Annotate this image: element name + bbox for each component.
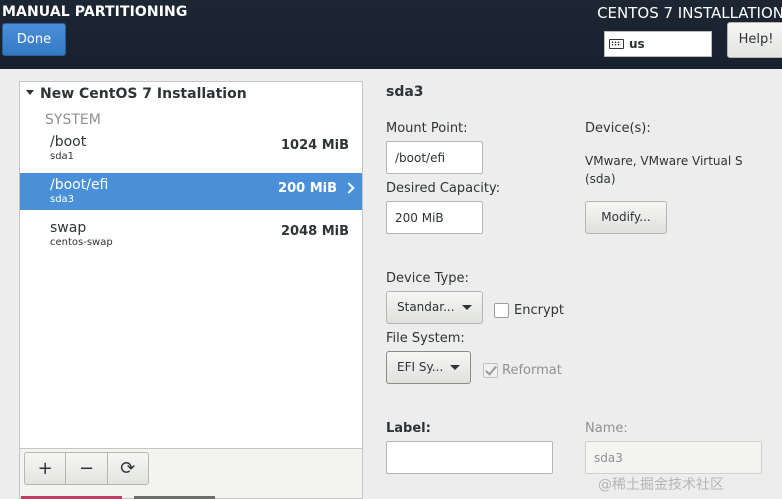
keyboard-layout-label: us [629, 37, 645, 51]
chevron-right-icon [343, 182, 355, 194]
mount-point-label: Mount Point: [386, 121, 468, 136]
desired-capacity-input[interactable] [386, 201, 483, 234]
keyboard-layout-indicator[interactable]: us [604, 31, 712, 57]
installer-title: CENTOS 7 INSTALLATION [597, 4, 782, 22]
keyboard-icon [609, 39, 624, 49]
device-type-label: Device Type: [386, 271, 469, 286]
refresh-button[interactable]: ⟳ [108, 453, 148, 484]
partition-name: swap [50, 220, 87, 236]
installation-title: New CentOS 7 Installation [40, 86, 247, 102]
device-type-value: Standar... [397, 300, 455, 314]
partition-name: /boot [50, 134, 87, 150]
dropdown-arrow-icon [450, 365, 460, 370]
partition-tree-panel: New CentOS 7 Installation SYSTEM /boot s… [19, 81, 363, 499]
partition-name: /boot/efi [50, 177, 109, 193]
partition-row-boot-efi[interactable]: /boot/efi sda3 200 MiB [20, 173, 362, 210]
partition-size: 200 MiB [278, 181, 337, 196]
done-button[interactable]: Done [2, 23, 66, 56]
file-system-dropdown[interactable]: EFI Sy... [386, 351, 471, 384]
name-input [585, 441, 762, 474]
modify-button[interactable]: Modify... [585, 201, 667, 234]
header-bar: MANUAL PARTITIONING Done CENTOS 7 INSTAL… [0, 0, 782, 69]
dropdown-arrow-icon [462, 305, 472, 310]
reformat-checkbox[interactable] [483, 363, 498, 378]
devices-line-2: (sda) [585, 172, 616, 186]
devices-value: VMware, VMware Virtual S (sda) [585, 152, 743, 188]
encrypt-label: Encrypt [514, 303, 564, 318]
encrypt-checkbox[interactable] [494, 303, 509, 318]
add-partition-button[interactable]: + [25, 453, 67, 484]
page-title: MANUAL PARTITIONING [2, 4, 188, 20]
expander-arrow-icon [26, 90, 34, 95]
selected-device-title: sda3 [386, 84, 424, 100]
label-field-label: Label: [386, 421, 431, 436]
installation-expander[interactable]: New CentOS 7 Installation [26, 86, 247, 102]
partition-row-swap[interactable]: swap centos-swap 2048 MiB [20, 216, 362, 253]
reformat-label: Reformat [502, 363, 562, 378]
devices-line-1: VMware, VMware Virtual S [585, 154, 743, 168]
devices-label: Device(s): [585, 121, 651, 136]
mount-point-input[interactable] [386, 141, 483, 174]
partition-size: 1024 MiB [280, 138, 349, 153]
desired-capacity-label: Desired Capacity: [386, 181, 501, 196]
partition-device: sda3 [50, 194, 75, 205]
device-type-dropdown[interactable]: Standar... [386, 291, 483, 324]
system-group-label: SYSTEM [45, 112, 101, 128]
file-system-value: EFI Sy... [397, 360, 444, 374]
help-button[interactable]: Help! [727, 22, 782, 58]
partition-device: sda1 [50, 151, 75, 162]
partition-actions-group: + − ⟳ [24, 452, 149, 485]
watermark-text: @稀土掘金技术社区 [598, 477, 724, 493]
partition-size: 2048 MiB [280, 224, 349, 239]
name-field-label: Name: [585, 421, 628, 436]
remove-partition-button[interactable]: − [66, 453, 108, 484]
partition-toolbar: + − ⟳ [20, 448, 362, 498]
label-input[interactable] [386, 441, 553, 474]
partition-device: centos-swap [50, 237, 113, 248]
file-system-label: File System: [386, 331, 465, 346]
partition-row-boot[interactable]: /boot sda1 1024 MiB [20, 130, 362, 167]
